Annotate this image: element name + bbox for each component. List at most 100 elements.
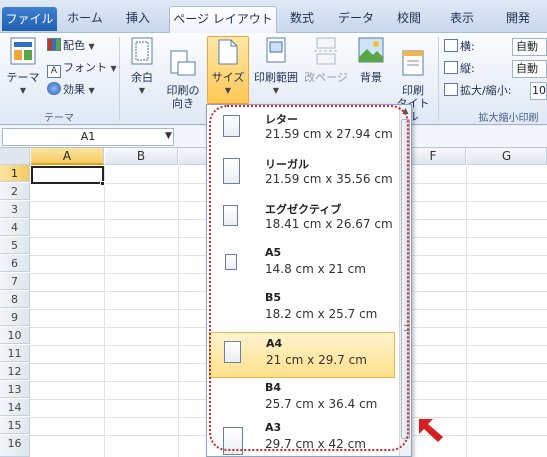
scale-height-select[interactable]: 自動 bbox=[512, 60, 547, 78]
select-all-corner[interactable] bbox=[0, 148, 30, 165]
size-option-dimensions: 25.7 cm x 36.4 cm bbox=[265, 397, 378, 411]
size-label: サイズ bbox=[211, 71, 245, 84]
tab-review[interactable]: 校閲 bbox=[389, 6, 429, 33]
size-option-a3[interactable]: A3 29.7 cm x 42 cm bbox=[209, 417, 395, 456]
row-header-15[interactable]: 15 bbox=[0, 417, 30, 434]
scroll-thumb[interactable] bbox=[401, 119, 410, 439]
row-header-11[interactable]: 11 bbox=[0, 345, 30, 362]
size-option-name: レター bbox=[265, 113, 298, 126]
chevron-down-icon: ▼ bbox=[138, 86, 146, 95]
name-box[interactable]: A1 bbox=[2, 128, 174, 146]
page-icon bbox=[223, 115, 240, 137]
row-header-14[interactable]: 14 bbox=[0, 399, 30, 416]
effects-button[interactable]: 効果 ▼ bbox=[47, 81, 95, 99]
chevron-down-icon[interactable]: ▼ bbox=[165, 131, 172, 141]
scale-group-label: 拡大縮小印刷 bbox=[478, 113, 539, 124]
size-option-name: B4 bbox=[265, 381, 282, 394]
row-header-4[interactable]: 4 bbox=[0, 219, 30, 236]
size-option-letter[interactable]: レター 21.59 cm x 27.94 cm bbox=[209, 107, 395, 153]
page-icon bbox=[225, 254, 237, 270]
active-cell-a1[interactable] bbox=[31, 166, 104, 184]
column-header-b[interactable]: B bbox=[105, 148, 178, 165]
tab-developer[interactable]: 開発 bbox=[495, 6, 541, 33]
themes-label: テーマ bbox=[6, 71, 40, 84]
row-header-1[interactable]: 1 bbox=[0, 165, 30, 182]
size-option-name: A3 bbox=[265, 421, 282, 434]
print-area-icon bbox=[266, 37, 286, 63]
row-header-3[interactable]: 3 bbox=[0, 201, 30, 218]
tab-insert[interactable]: 挿入 bbox=[118, 6, 158, 33]
chevron-down-icon: ▼ bbox=[88, 86, 95, 95]
size-option-executive[interactable]: エグゼクティブ 18.41 cm x 26.67 cm bbox=[209, 197, 395, 243]
scale-percent-label-row: 拡大/縮小: bbox=[444, 82, 511, 100]
scale-width-label-row: 横: bbox=[444, 38, 475, 56]
breaks-button[interactable]: 改ページ bbox=[303, 37, 349, 84]
tab-view[interactable]: 表示 bbox=[442, 6, 482, 33]
row-header-6[interactable]: 6 bbox=[0, 255, 30, 272]
themes-icon bbox=[10, 37, 36, 65]
dropdown-scrollbar[interactable]: ▲ bbox=[399, 105, 411, 456]
zoom-icon bbox=[444, 83, 458, 96]
fonts-button[interactable]: A フォント ▼ bbox=[47, 59, 117, 78]
size-option-name: B5 bbox=[265, 291, 282, 304]
row-header-16[interactable]: 16 bbox=[0, 435, 30, 457]
chevron-down-icon: ▼ bbox=[272, 86, 280, 95]
row-header-7[interactable]: 7 bbox=[0, 273, 30, 290]
scale-width-select[interactable]: 自動 bbox=[512, 38, 547, 56]
print-area-button[interactable]: 印刷範囲 ▼ bbox=[251, 37, 301, 97]
scroll-up-icon[interactable]: ▲ bbox=[400, 105, 411, 117]
background-button[interactable]: 背景 bbox=[352, 37, 390, 84]
row-header-10[interactable]: 10 bbox=[0, 327, 30, 344]
group-separator bbox=[119, 37, 120, 121]
margins-button[interactable]: 余白 ▼ bbox=[124, 37, 160, 97]
themes-button[interactable]: テーマ ▼ bbox=[6, 37, 40, 97]
page-size-icon bbox=[218, 39, 238, 65]
tab-file[interactable]: ファイル bbox=[2, 7, 57, 31]
colors-button[interactable]: 配色 ▼ bbox=[47, 37, 95, 55]
tab-home[interactable]: ホーム bbox=[62, 6, 108, 33]
row-header-5[interactable]: 5 bbox=[0, 237, 30, 254]
row-header-13[interactable]: 13 bbox=[0, 381, 30, 398]
print-titles-icon bbox=[402, 50, 424, 76]
size-option-dimensions: 21.59 cm x 35.56 cm bbox=[265, 172, 393, 186]
column-header-g[interactable]: G bbox=[467, 148, 547, 165]
page-break-icon bbox=[314, 37, 338, 65]
size-option-legal[interactable]: リーガル 21.59 cm x 35.56 cm bbox=[209, 152, 395, 198]
tab-formulas[interactable]: 数式 bbox=[282, 6, 322, 33]
orientation-icon bbox=[170, 50, 196, 76]
gridline bbox=[466, 165, 467, 457]
page-icon bbox=[223, 205, 238, 226]
column-header-a[interactable]: A bbox=[31, 148, 104, 165]
size-option-dimensions: 14.8 cm x 21 cm bbox=[265, 262, 366, 276]
size-option-a5[interactable]: A5 14.8 cm x 21 cm bbox=[209, 242, 395, 288]
scale-percent-input[interactable]: 10 bbox=[530, 82, 547, 100]
chevron-down-icon: ▼ bbox=[110, 64, 117, 73]
effects-label: 効果 bbox=[63, 83, 85, 96]
fonts-label: フォント bbox=[63, 61, 107, 74]
chevron-down-icon: ▼ bbox=[224, 86, 232, 95]
size-button-content[interactable]: サイズ ▼ bbox=[207, 39, 249, 97]
size-option-name: A4 bbox=[266, 337, 283, 350]
size-option-b5[interactable]: B5 18.2 cm x 25.7 cm bbox=[209, 287, 395, 333]
scale-percent-label: 拡大/縮小: bbox=[460, 84, 512, 97]
size-option-name: エグゼクティブ bbox=[265, 203, 342, 216]
fill-handle[interactable] bbox=[100, 181, 105, 186]
row-header-9[interactable]: 9 bbox=[0, 309, 30, 326]
orientation-button[interactable]: 印刷の 向き bbox=[162, 37, 204, 123]
row-header-2[interactable]: 2 bbox=[0, 183, 30, 200]
colors-label: 配色 bbox=[63, 39, 85, 52]
size-option-name: A5 bbox=[265, 246, 282, 259]
tab-page-layout[interactable]: ページ レイアウト bbox=[169, 6, 277, 33]
background-label: 背景 bbox=[360, 71, 382, 84]
row-header-12[interactable]: 12 bbox=[0, 363, 30, 380]
grip-icon bbox=[404, 325, 410, 331]
size-option-a4[interactable]: A4 21 cm x 29.7 cm bbox=[209, 332, 395, 378]
scale-height-label: 縦: bbox=[460, 62, 475, 75]
group-separator bbox=[438, 37, 439, 121]
row-header-8[interactable]: 8 bbox=[0, 291, 30, 308]
size-option-dimensions: 18.2 cm x 25.7 cm bbox=[265, 307, 378, 321]
tab-data[interactable]: データ bbox=[333, 6, 379, 33]
size-option-name: リーガル bbox=[265, 158, 309, 171]
size-option-dimensions: 29.7 cm x 42 cm bbox=[265, 437, 366, 451]
chevron-down-icon: ▼ bbox=[19, 86, 27, 95]
